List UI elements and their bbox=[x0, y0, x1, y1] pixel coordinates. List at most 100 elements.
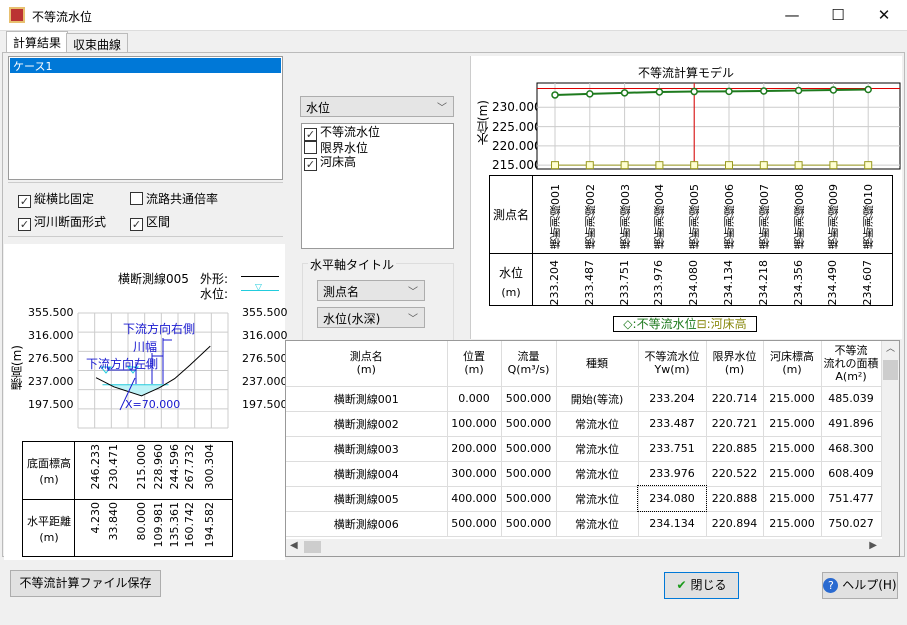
table-cell[interactable]: 開始(等流) bbox=[556, 386, 639, 412]
wl-value-label: 233.751 bbox=[617, 260, 631, 306]
annotation-river-width: 川幅 bbox=[133, 340, 158, 354]
station-label: 横断測線004 bbox=[653, 184, 667, 249]
horizontal-scrollbar[interactable]: ◀ ▶ bbox=[286, 539, 899, 556]
header-unit: Yw(m) bbox=[654, 363, 690, 377]
elevation-value: 267.732 bbox=[182, 444, 196, 490]
column-header[interactable]: 位置 (m) bbox=[447, 341, 502, 387]
save-calc-file-button[interactable]: 不等流計算ファイル保存 bbox=[10, 570, 161, 597]
table-cell[interactable]: 常流水位 bbox=[556, 511, 639, 537]
station-label: 横断測線009 bbox=[827, 184, 841, 249]
column-header[interactable]: 不等流 流れの面積 A(m²) bbox=[821, 341, 882, 387]
table-cell[interactable]: 220.721 bbox=[706, 411, 764, 437]
wl-point bbox=[760, 87, 768, 95]
table-cell[interactable]: 500.000 bbox=[501, 461, 557, 487]
table-cell[interactable]: 215.000 bbox=[763, 411, 822, 437]
station-label: 横断測線002 bbox=[583, 184, 597, 249]
legend-wl: ◇:不等流水位 bbox=[623, 317, 697, 331]
wl-point bbox=[829, 86, 838, 94]
table-cell[interactable]: 常流水位 bbox=[556, 486, 639, 512]
close-button[interactable]: ✔ 閉じる bbox=[664, 572, 739, 599]
table-cell[interactable]: 215.000 bbox=[763, 386, 822, 412]
vertical-scrollbar[interactable]: ︿ bbox=[882, 341, 899, 539]
table-cell[interactable]: 215.000 bbox=[763, 511, 822, 537]
table-cell[interactable]: 233.487 bbox=[638, 411, 707, 437]
table-cell[interactable]: 491.896 bbox=[821, 411, 882, 437]
distance-value: 80.000 bbox=[134, 502, 148, 541]
elevation-value: 215.000 bbox=[134, 444, 148, 490]
table-cell[interactable]: 215.000 bbox=[763, 436, 822, 462]
column-header[interactable]: 不等流水位 Yw(m) bbox=[638, 341, 707, 387]
results-grid[interactable]: 測点名 (m) 位置 (m) 流量 Q(m³/s) 種類 不等流水位 Yw(m) 限界水位 (m) 河… bbox=[285, 340, 900, 557]
table-cell[interactable]: 233.204 bbox=[638, 386, 707, 412]
table-cell[interactable]: 横断測線004 bbox=[286, 461, 448, 487]
table-cell[interactable]: 220.894 bbox=[706, 511, 764, 537]
table-cell[interactable]: 751.477 bbox=[821, 486, 882, 512]
table-cell[interactable]: 100.000 bbox=[447, 411, 502, 437]
header-unit: (m) bbox=[464, 363, 484, 377]
table-cell[interactable]: 400.000 bbox=[447, 486, 502, 512]
table-cell[interactable]: 500.000 bbox=[501, 411, 557, 437]
station-label: 横断測線005 bbox=[688, 184, 702, 249]
row-label-elevation: 底面標高 bbox=[27, 457, 71, 470]
table-cell[interactable]: 468.300 bbox=[821, 436, 882, 462]
table-cell[interactable]: 234.134 bbox=[638, 511, 707, 537]
table-cell[interactable]: 常流水位 bbox=[556, 411, 639, 437]
table-cell[interactable]: 300.000 bbox=[447, 461, 502, 487]
table-cell[interactable]: 常流水位 bbox=[556, 461, 639, 487]
table-row[interactable]: 横断測線002 100.000 500.000 常流水位 233.487 220.721 2… bbox=[286, 411, 882, 437]
table-cell[interactable]: 500.000 bbox=[501, 386, 557, 412]
table-cell[interactable]: 500.000 bbox=[501, 511, 557, 537]
table-cell[interactable]: 500.000 bbox=[501, 436, 557, 462]
bed-point bbox=[655, 161, 664, 170]
table-row[interactable]: 横断測線005 400.000 500.000 常流水位 234.080 220.888 2… bbox=[286, 485, 882, 512]
table-cell[interactable]: 横断測線006 bbox=[286, 511, 448, 537]
table-row[interactable]: 横断測線001 0.000 500.000 開始(等流) 233.204 220.714 2… bbox=[286, 386, 882, 412]
scroll-thumb[interactable] bbox=[883, 360, 898, 380]
bed-point bbox=[551, 161, 559, 170]
axis-title-select[interactable]: 測点名 ﹀ bbox=[317, 280, 425, 301]
table-cell[interactable]: 485.039 bbox=[821, 386, 882, 412]
table-cell[interactable]: 横断測線002 bbox=[286, 411, 448, 437]
table-cell[interactable]: 215.000 bbox=[763, 461, 822, 487]
table-cell[interactable]: 横断測線001 bbox=[286, 386, 448, 412]
table-cell[interactable]: 608.409 bbox=[821, 461, 882, 487]
table-cell[interactable]: 常流水位 bbox=[556, 436, 639, 462]
column-header[interactable]: 種類 bbox=[556, 341, 639, 387]
column-header[interactable]: 限界水位 (m) bbox=[706, 341, 764, 387]
header-title: 限界水位 bbox=[712, 350, 757, 364]
value-title-select[interactable]: 水位(水深) ﹀ bbox=[317, 307, 425, 328]
scroll-thumb[interactable] bbox=[304, 541, 321, 553]
table-cell[interactable]: 233.976 bbox=[638, 461, 707, 487]
wl-value-label: 234.218 bbox=[756, 260, 770, 306]
table-cell[interactable]: 220.522 bbox=[706, 461, 764, 487]
header-unit: (m) bbox=[356, 363, 376, 377]
column-header[interactable]: 測点名 (m) bbox=[286, 341, 448, 387]
header-title: 河床標高 bbox=[770, 350, 814, 364]
table-cell[interactable]: 220.888 bbox=[706, 486, 764, 512]
chevron-down-icon: ﹀ bbox=[408, 287, 418, 298]
table-cell[interactable]: 0.000 bbox=[447, 386, 502, 412]
table-cell[interactable]: 215.000 bbox=[763, 486, 822, 512]
table-row[interactable]: 横断測線004 300.000 500.000 常流水位 233.976 220.522 2… bbox=[286, 461, 882, 487]
table-cell[interactable]: 横断測線005 bbox=[286, 486, 448, 512]
table-cell[interactable]: 500.000 bbox=[447, 511, 502, 537]
table-cell[interactable]: 200.000 bbox=[447, 436, 502, 462]
table-cell[interactable]: 234.080 bbox=[637, 485, 707, 512]
chart-legend: ◇:不等流水位⊟:河床高 bbox=[613, 316, 757, 332]
table-row[interactable]: 横断測線003 200.000 500.000 常流水位 233.751 220.885 2… bbox=[286, 436, 882, 462]
table-cell[interactable]: 750.027 bbox=[821, 511, 882, 537]
wl-point bbox=[586, 90, 594, 98]
station-label: 横断測線006 bbox=[723, 184, 736, 249]
column-header[interactable]: 河床標高 (m) bbox=[763, 341, 822, 387]
table-cell[interactable]: 233.751 bbox=[638, 436, 707, 462]
table-cell[interactable]: 220.885 bbox=[706, 436, 764, 462]
bed-point bbox=[585, 161, 594, 170]
table-cell[interactable]: 220.714 bbox=[706, 386, 764, 412]
column-header[interactable]: 流量 Q(m³/s) bbox=[501, 341, 557, 387]
table-cell[interactable]: 500.000 bbox=[501, 486, 557, 512]
table-cell[interactable]: 横断測線003 bbox=[286, 436, 448, 462]
table-row[interactable]: 横断測線006 500.000 500.000 常流水位 234.134 220.894 2… bbox=[286, 511, 882, 537]
help-button[interactable]: ? ヘルプ(H) bbox=[822, 572, 898, 599]
elevation-value: 230.471 bbox=[106, 444, 120, 490]
help-icon: ? bbox=[823, 578, 839, 593]
